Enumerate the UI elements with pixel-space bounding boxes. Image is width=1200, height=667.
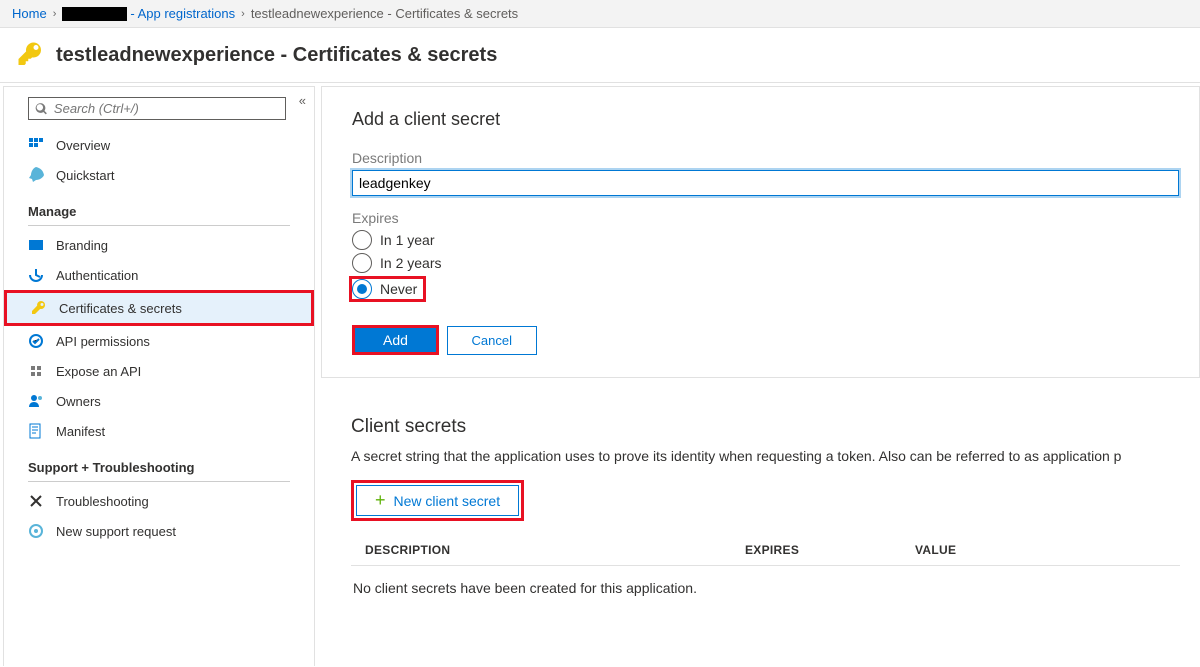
button-row: Add Cancel xyxy=(352,325,1179,355)
cancel-button[interactable]: Cancel xyxy=(447,326,537,355)
add-client-secret-panel: Add a client secret Description Expires … xyxy=(321,86,1200,378)
description-input[interactable] xyxy=(352,170,1179,196)
breadcrumb-app-registrations[interactable]: - App registrations xyxy=(130,6,235,21)
divider xyxy=(28,481,290,482)
sidebar-item-api-permissions[interactable]: API permissions xyxy=(4,326,314,356)
page-title: testleadnewexperience - Certificates & s… xyxy=(56,44,497,67)
expires-label: Expires xyxy=(352,210,1179,226)
breadcrumb: Home › - App registrations › testleadnew… xyxy=(0,0,1200,28)
sidebar-item-troubleshooting[interactable]: Troubleshooting xyxy=(4,486,314,516)
panel-heading: Client secrets xyxy=(351,416,1180,438)
section-manage-header: Manage xyxy=(4,190,314,223)
col-description: DESCRIPTION xyxy=(365,543,745,557)
breadcrumb-home[interactable]: Home xyxy=(12,6,47,21)
panel-description: A secret string that the application use… xyxy=(351,448,1180,464)
panel-heading: Add a client secret xyxy=(352,109,1179,130)
radio-in-2-years[interactable]: In 2 years xyxy=(352,253,1179,273)
chevron-right-icon: › xyxy=(53,8,57,20)
divider xyxy=(351,565,1180,566)
rocket-icon xyxy=(28,167,44,183)
radio-label: Never xyxy=(380,281,417,297)
description-label: Description xyxy=(352,150,1179,166)
support-icon xyxy=(28,523,44,539)
sidebar-item-label: API permissions xyxy=(56,334,150,349)
sidebar-item-label: Manifest xyxy=(56,424,105,439)
sidebar-item-certificates-secrets[interactable]: Certificates & secrets xyxy=(4,290,314,326)
sidebar-item-label: Authentication xyxy=(56,268,138,283)
tag-icon xyxy=(28,237,44,253)
sidebar-item-owners[interactable]: Owners xyxy=(4,386,314,416)
radio-icon[interactable] xyxy=(352,253,372,273)
search-box[interactable] xyxy=(28,97,286,120)
radio-icon[interactable] xyxy=(352,279,372,299)
page-title-row: testleadnewexperience - Certificates & s… xyxy=(0,28,1200,83)
chevron-right-icon: › xyxy=(241,8,245,20)
sidebar-item-quickstart[interactable]: Quickstart xyxy=(4,160,314,190)
radio-label: In 2 years xyxy=(380,255,441,271)
grid-icon xyxy=(28,137,44,153)
secrets-table: DESCRIPTION EXPIRES VALUE No client secr… xyxy=(351,535,1180,596)
api-perm-icon xyxy=(28,333,44,349)
empty-state: No client secrets have been created for … xyxy=(351,580,1180,596)
divider xyxy=(28,225,290,226)
col-expires: EXPIRES xyxy=(745,543,915,557)
sidebar-item-authentication[interactable]: Authentication xyxy=(4,260,314,290)
content: Add a client secret Description Expires … xyxy=(315,86,1200,666)
sidebar-item-manifest[interactable]: Manifest xyxy=(4,416,314,446)
wrench-icon xyxy=(28,493,44,509)
new-client-secret-highlight: + New client secret xyxy=(351,480,524,521)
sidebar-item-label: Troubleshooting xyxy=(56,494,149,509)
auth-icon xyxy=(28,267,44,283)
section-support-header: Support + Troubleshooting xyxy=(4,446,314,479)
search-icon xyxy=(35,102,48,116)
radio-never[interactable]: Never xyxy=(349,276,426,302)
expose-api-icon xyxy=(28,363,44,379)
sidebar-item-overview[interactable]: Overview xyxy=(4,130,314,160)
add-button[interactable]: Add xyxy=(352,325,439,355)
manifest-icon xyxy=(28,423,44,439)
sidebar-item-label: Owners xyxy=(56,394,101,409)
key-icon xyxy=(31,300,47,316)
radio-label: In 1 year xyxy=(380,232,434,248)
table-head: DESCRIPTION EXPIRES VALUE xyxy=(351,535,1180,565)
breadcrumb-current: testleadnewexperience - Certificates & s… xyxy=(251,6,518,21)
sidebar-item-expose-api[interactable]: Expose an API xyxy=(4,356,314,386)
sidebar-item-label: Certificates & secrets xyxy=(59,301,182,316)
sidebar-item-label: Expose an API xyxy=(56,364,141,379)
sidebar-item-label: Overview xyxy=(56,138,110,153)
client-secrets-panel: Client secrets A secret string that the … xyxy=(321,394,1200,612)
sidebar-item-label: Quickstart xyxy=(56,168,115,183)
plus-icon: + xyxy=(375,490,386,511)
owners-icon xyxy=(28,393,44,409)
key-icon xyxy=(16,40,46,70)
sidebar-item-new-support-request[interactable]: New support request xyxy=(4,516,314,546)
sidebar-item-branding[interactable]: Branding xyxy=(4,230,314,260)
radio-icon[interactable] xyxy=(352,230,372,250)
sidebar-item-label: Branding xyxy=(56,238,108,253)
radio-in-1-year[interactable]: In 1 year xyxy=(352,230,1179,250)
col-value: VALUE xyxy=(915,543,1166,557)
collapse-icon[interactable]: « xyxy=(299,93,306,108)
redacted-text xyxy=(62,7,127,21)
new-client-secret-button[interactable]: + New client secret xyxy=(356,485,519,516)
sidebar-item-label: New support request xyxy=(56,524,176,539)
button-label: New client secret xyxy=(394,493,501,509)
search-input[interactable] xyxy=(54,101,279,116)
sidebar: « Overview Quickstart Manage Branding Au… xyxy=(3,86,315,666)
